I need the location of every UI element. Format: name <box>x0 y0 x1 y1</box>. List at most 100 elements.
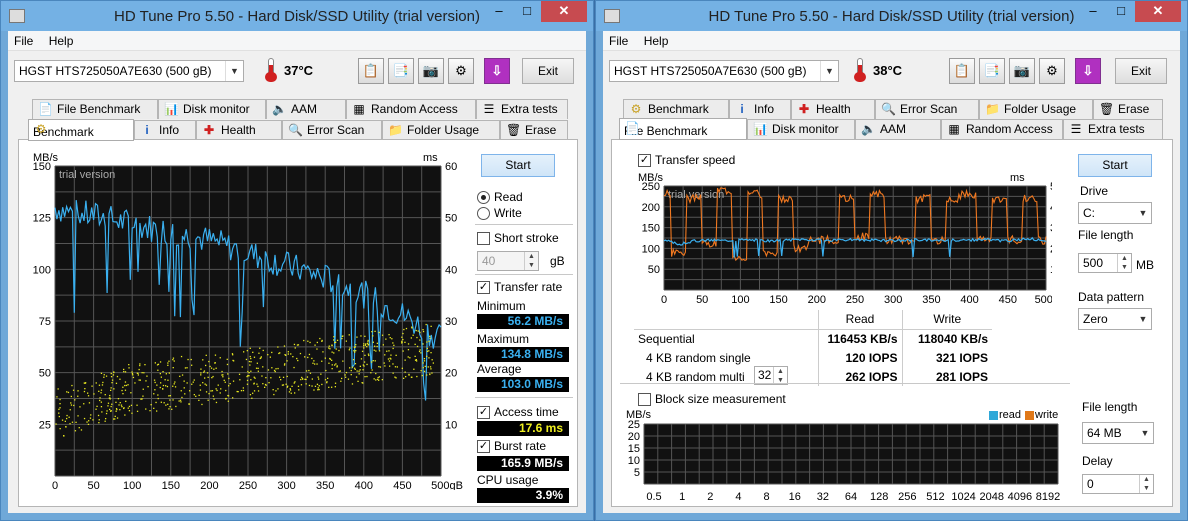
access-time-point <box>77 390 79 392</box>
block-size-checkbox[interactable]: Block size measurement <box>638 392 786 406</box>
file-length2-select[interactable]: 64 MB ▼ <box>1082 422 1154 444</box>
tab-error-scan[interactable]: 🔍 Error Scan <box>875 99 979 119</box>
drive-select[interactable]: HGST HTS725050A7E630 (500 gB) ▼ <box>14 60 244 82</box>
access-time-point <box>414 355 416 357</box>
tab-aam[interactable]: 🔈 AAM <box>266 99 346 119</box>
tab-file-benchmark[interactable]: 📄 File Benchmark <box>619 118 747 140</box>
drive-letter-select[interactable]: C: ▼ <box>1078 202 1152 224</box>
short-stroke-checkbox[interactable]: Short stroke <box>477 231 559 245</box>
access-time-point <box>306 376 309 378</box>
access-time-point <box>278 352 280 355</box>
tab-extra-tests[interactable]: ☰ Extra tests <box>1063 119 1163 139</box>
minimize-button[interactable]: – <box>485 1 513 22</box>
access-time-point <box>206 372 209 374</box>
access-time-point <box>388 360 391 362</box>
x-tick-label: 8192 <box>1036 491 1060 503</box>
access-time-checkbox[interactable]: ✓ Access time <box>477 405 559 419</box>
copy-all-button[interactable]: 📑 <box>979 58 1005 84</box>
tab-label: Erase <box>525 123 557 137</box>
copy-all-button[interactable]: 📑 <box>388 58 414 84</box>
access-time-point <box>104 394 106 396</box>
access-time-point <box>157 397 159 400</box>
tab-extra-tests[interactable]: ☰ Extra tests <box>476 99 568 119</box>
start-button[interactable]: Start <box>481 154 555 177</box>
delay-input[interactable]: 0 ▲ ▼ <box>1082 474 1154 494</box>
access-time-point <box>424 365 426 367</box>
copy-info-button[interactable]: 📋 <box>949 58 975 84</box>
tab-benchmark[interactable]: ⚙ Benchmark <box>623 99 729 119</box>
close-button[interactable]: ✕ <box>541 1 587 22</box>
options-button[interactable]: ⚙ <box>448 58 474 84</box>
chevron-down-icon: ▼ <box>225 61 243 81</box>
tab-health[interactable]: ✚ Health <box>196 120 282 140</box>
tab-error-scan[interactable]: 🔍 Error Scan <box>282 120 382 140</box>
exit-button[interactable]: Exit <box>1115 58 1167 84</box>
drive-select-value: HGST HTS725050A7E630 (500 gB) <box>19 64 212 78</box>
close-button[interactable]: ✕ <box>1135 1 1181 22</box>
drive-select[interactable]: HGST HTS725050A7E630 (500 gB) ▼ <box>609 60 839 82</box>
menu-file[interactable]: File <box>8 31 39 48</box>
tab-label: Random Access <box>371 102 458 116</box>
save-button[interactable]: ⇩ <box>484 58 510 84</box>
access-time-point <box>117 398 120 400</box>
tab-folder-usage[interactable]: 📁 Folder Usage <box>382 120 500 140</box>
access-time-point <box>308 369 310 372</box>
tab-erase[interactable]: 🗑 Erase <box>1093 99 1163 119</box>
x-tick-label: 16 <box>789 491 801 503</box>
screenshot-button[interactable]: 📷 <box>418 58 444 84</box>
tab-erase[interactable]: 🗑 Erase <box>500 120 568 140</box>
access-time-point <box>156 364 159 366</box>
transfer-rate-checkbox[interactable]: ✓ Transfer rate <box>477 280 562 294</box>
exit-button[interactable]: Exit <box>522 58 574 84</box>
tab-disk-monitor[interactable]: 📊 Disk monitor <box>158 99 266 119</box>
options-button[interactable]: ⚙ <box>1039 58 1065 84</box>
left-title-bar[interactable]: HD Tune Pro 5.50 - Hard Disk/SSD Utility… <box>1 1 593 31</box>
tab-health[interactable]: ✚ Health <box>791 99 875 119</box>
access-time-point <box>341 377 343 380</box>
write-radio[interactable]: Write <box>477 206 522 220</box>
tab-benchmark[interactable]: ⚙ Benchmark <box>28 119 134 141</box>
transfer-speed-checkbox[interactable]: ✓ Transfer speed <box>638 153 735 167</box>
data-pattern-select[interactable]: Zero ▼ <box>1078 308 1152 330</box>
tab-disk-monitor[interactable]: 📊 Disk monitor <box>747 119 855 139</box>
access-time-point <box>216 389 218 392</box>
save-button[interactable]: ⇩ <box>1075 58 1101 84</box>
screenshot-button[interactable]: 📷 <box>1009 58 1035 84</box>
access-time-point <box>423 370 426 372</box>
access-time-point <box>209 365 211 368</box>
access-time-point <box>147 386 149 388</box>
tab-random-access[interactable]: ▦ Random Access <box>346 99 476 119</box>
access-time-point <box>64 420 66 422</box>
burst-rate-checkbox[interactable]: ✓ Burst rate <box>477 439 546 453</box>
access-time-point <box>69 423 71 425</box>
access-time-point <box>250 357 252 360</box>
tab-random-access[interactable]: ▦ Random Access <box>941 119 1063 139</box>
start-button[interactable]: Start <box>1078 154 1152 177</box>
tab-aam[interactable]: 🔈 AAM <box>855 119 941 139</box>
tab-info[interactable]: i Info <box>729 99 791 119</box>
access-time-point <box>407 356 409 358</box>
menu-help[interactable]: Help <box>43 31 80 48</box>
right-title-bar[interactable]: HD Tune Pro 5.50 - Hard Disk/SSD Utility… <box>596 1 1187 31</box>
tab-info[interactable]: i Info <box>134 120 196 140</box>
speaker-icon: 🔈 <box>861 122 876 136</box>
menu-file[interactable]: File <box>603 31 634 48</box>
tab-folder-usage[interactable]: 📁 Folder Usage <box>979 99 1093 119</box>
tab-file-benchmark[interactable]: 📄 File Benchmark <box>32 99 158 119</box>
maximize-button[interactable]: □ <box>1107 1 1135 22</box>
maximize-button[interactable]: □ <box>513 1 541 22</box>
file-length-input[interactable]: 500 ▲ ▼ <box>1078 253 1132 273</box>
access-time-point <box>121 406 123 408</box>
minimize-button[interactable]: – <box>1079 1 1107 22</box>
access-time-point <box>59 398 61 401</box>
access-time-point <box>186 382 188 384</box>
access-time-point <box>316 341 318 344</box>
short-stroke-input[interactable]: 40 ▲ ▼ <box>477 251 539 271</box>
read-radio[interactable]: Read <box>477 190 523 204</box>
menu-help[interactable]: Help <box>638 31 675 48</box>
access-time-point <box>238 373 241 375</box>
access-time-point <box>335 363 337 365</box>
access-time-point <box>392 347 394 350</box>
access-time-point <box>100 389 103 391</box>
copy-info-button[interactable]: 📋 <box>358 58 384 84</box>
